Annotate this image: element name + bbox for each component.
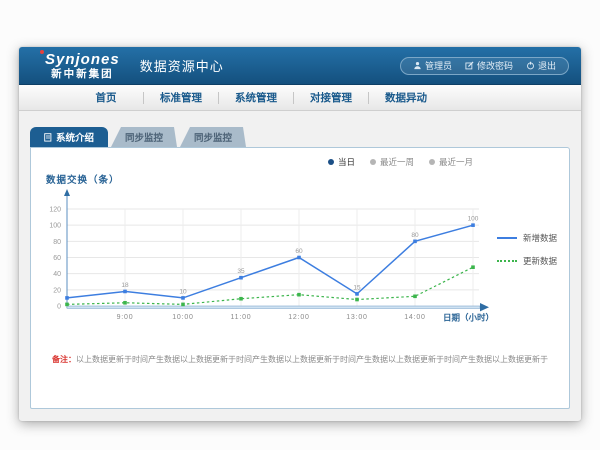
logout-button[interactable]: 退出 xyxy=(526,59,556,72)
page-title: 数据资源中心 xyxy=(140,56,224,75)
radio-dot-icon xyxy=(328,159,334,165)
legend-label: 更新数据 xyxy=(523,255,557,267)
data-point xyxy=(239,276,243,280)
filter-last-month[interactable]: 最近一月 xyxy=(429,156,473,168)
filter-today[interactable]: 当日 xyxy=(328,156,355,168)
edit-icon xyxy=(465,61,474,70)
x-axis-arrow-icon xyxy=(480,303,489,311)
filter-label: 当日 xyxy=(338,156,355,168)
data-point xyxy=(123,301,127,305)
data-point xyxy=(297,256,301,260)
user-menu: 管理员 修改密码 退出 xyxy=(400,57,569,75)
range-filter-group: 当日 最近一周 最近一月 xyxy=(328,156,473,168)
footnote-text: 以上数据更新于时间产生数据以上数据更新于时间产生数据以上数据更新于时间产生数据以… xyxy=(76,355,548,364)
data-point-label: 100 xyxy=(468,216,479,223)
data-point-label: 15 xyxy=(353,284,361,291)
tab-sync-monitor-2[interactable]: 同步监控 xyxy=(180,127,246,147)
change-password-label: 修改密码 xyxy=(477,59,513,72)
data-point xyxy=(65,296,69,300)
data-point xyxy=(413,295,417,299)
brand-logo: Synjones 新中新集团 xyxy=(45,52,120,80)
nav-item-home[interactable]: 首页 xyxy=(69,90,143,105)
x-tick-label: 12:00 xyxy=(288,314,310,321)
nav-item-standard-mgmt[interactable]: 标准管理 xyxy=(144,90,218,105)
data-point xyxy=(413,240,417,244)
footnote: 备注：以上数据更新于时间产生数据以上数据更新于时间产生数据以上数据更新于时间产生… xyxy=(31,354,569,365)
legend-line-solid-icon xyxy=(497,237,517,239)
user-account-button[interactable]: 管理员 xyxy=(413,59,452,72)
x-axis xyxy=(67,306,480,308)
x-tick-label: 9:00 xyxy=(117,314,134,321)
legend-new-data: 新增数据 xyxy=(497,232,557,244)
logo-wordmark: Synjones xyxy=(45,52,120,67)
screen: Synjones 新中新集团 数据资源中心 管理员 修改密码 退出 xyxy=(0,0,600,450)
data-point xyxy=(297,293,301,297)
data-point-label: 60 xyxy=(295,248,303,255)
data-point-label: 35 xyxy=(237,268,245,275)
nav-item-data-change[interactable]: 数据异动 xyxy=(369,90,443,105)
power-icon xyxy=(526,61,535,70)
logout-label: 退出 xyxy=(538,59,556,72)
change-password-button[interactable]: 修改密码 xyxy=(465,59,513,72)
tab-label: 同步监控 xyxy=(194,130,232,144)
data-point-label: 80 xyxy=(411,232,419,239)
user-label: 管理员 xyxy=(425,59,452,72)
legend-update-data: 更新数据 xyxy=(497,255,557,267)
filter-label: 最近一周 xyxy=(380,156,414,168)
tab-system-intro[interactable]: 系统介绍 xyxy=(30,127,108,147)
main-nav: 首页 标准管理 系统管理 对接管理 数据异动 xyxy=(19,85,581,111)
y-tick-label: 100 xyxy=(49,223,61,230)
data-point xyxy=(65,303,69,307)
chart-legend: 新增数据 更新数据 xyxy=(497,232,557,267)
logo-accent-dot xyxy=(40,50,44,54)
y-axis-arrow-icon xyxy=(64,189,70,196)
radio-dot-icon xyxy=(429,159,435,165)
page-card: Synjones 新中新集团 数据资源中心 管理员 修改密码 退出 xyxy=(19,47,581,421)
x-tick-label: 10:00 xyxy=(172,314,194,321)
y-tick-label: 20 xyxy=(53,287,61,294)
y-axis-title: 数据交换（条） xyxy=(46,172,120,186)
y-tick-label: 120 xyxy=(49,207,61,214)
tab-bar: 系统介绍 同步监控 同步监控 xyxy=(30,127,570,147)
y-tick-label: 0 xyxy=(57,304,61,311)
tab-label: 同步监控 xyxy=(125,130,163,144)
data-point-label: 10 xyxy=(179,288,187,295)
data-point xyxy=(181,303,185,307)
app-header: Synjones 新中新集团 数据资源中心 管理员 修改密码 退出 xyxy=(19,47,581,85)
y-tick-label: 60 xyxy=(53,255,61,262)
data-point xyxy=(123,290,127,294)
x-tick-label: 11:00 xyxy=(231,314,252,321)
x-tick-label: 13:00 xyxy=(346,314,368,321)
data-point-label: 18 xyxy=(121,282,129,289)
user-icon xyxy=(413,61,422,70)
logo-company-name: 新中新集团 xyxy=(45,69,120,80)
nav-item-system-mgmt[interactable]: 系统管理 xyxy=(219,90,293,105)
chart-panel: 当日 最近一周 最近一月 数据交换（条） 0 20 40 60 80 100 120 9:00… xyxy=(30,147,570,409)
data-point xyxy=(239,297,243,301)
legend-label: 新增数据 xyxy=(523,232,557,244)
x-tick-label: 14:00 xyxy=(404,314,426,321)
footnote-prefix: 备注： xyxy=(52,355,76,364)
radio-dot-icon xyxy=(370,159,376,165)
tab-label: 系统介绍 xyxy=(56,130,94,144)
data-point xyxy=(471,223,475,227)
line-chart: 0 20 40 60 80 100 120 9:00 10:00 11:00 12:00 13:00 1… xyxy=(31,188,569,336)
data-point xyxy=(181,296,185,300)
tab-sync-monitor-1[interactable]: 同步监控 xyxy=(111,127,177,147)
data-point xyxy=(471,265,475,269)
filter-last-week[interactable]: 最近一周 xyxy=(370,156,414,168)
filter-label: 最近一月 xyxy=(439,156,473,168)
y-tick-label: 40 xyxy=(53,271,61,278)
content-area: 系统介绍 同步监控 同步监控 当日 最近一周 xyxy=(19,111,581,420)
legend-line-dotted-icon xyxy=(497,260,517,262)
y-tick-label: 80 xyxy=(53,239,61,246)
data-point xyxy=(355,292,359,296)
data-point xyxy=(355,298,359,302)
nav-item-interface-mgmt[interactable]: 对接管理 xyxy=(294,90,368,105)
x-axis-title: 日期（小时） xyxy=(443,313,494,323)
document-icon xyxy=(44,133,52,142)
